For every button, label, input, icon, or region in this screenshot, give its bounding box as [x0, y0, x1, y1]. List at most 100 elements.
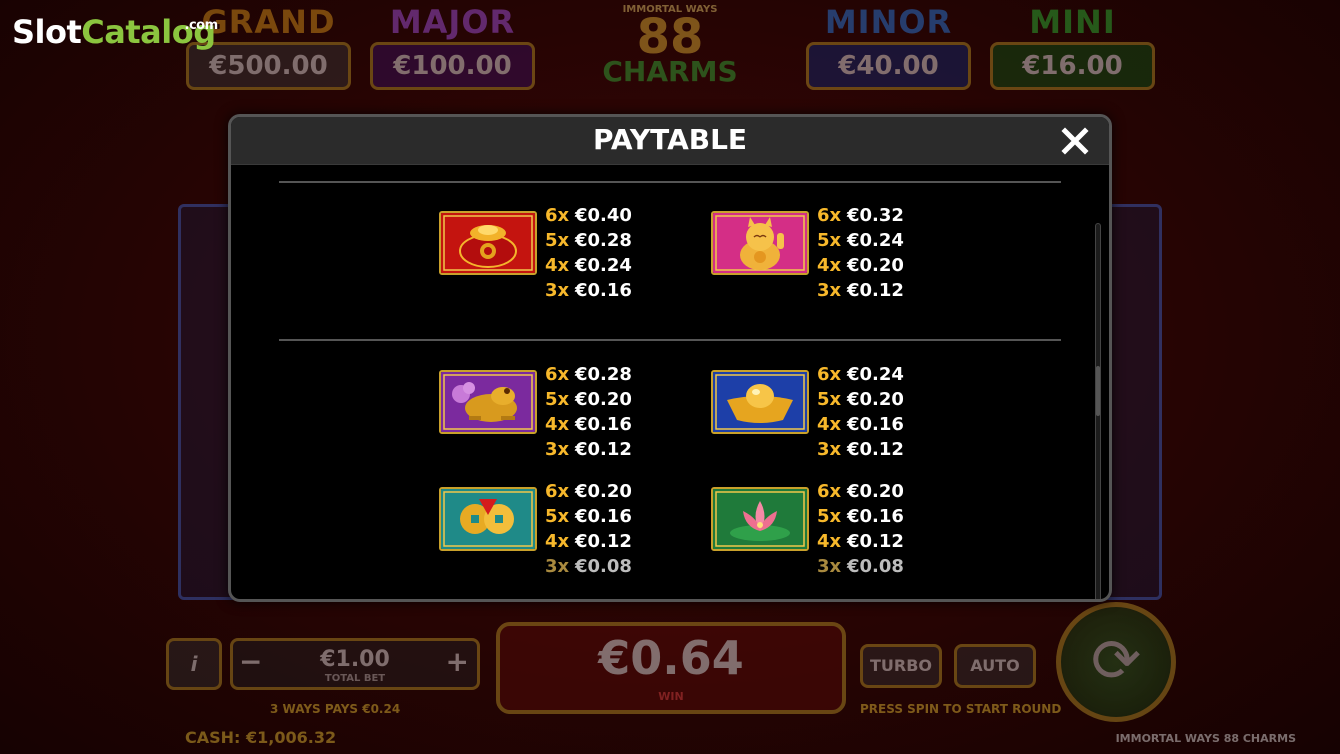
paytable-header: PAYTABLE [231, 117, 1109, 165]
pay-multiplier: 6x [545, 364, 570, 385]
divider-top [279, 181, 1061, 183]
tip-text: PRESS SPIN TO START ROUND [860, 702, 1062, 716]
pay-amount: €0.20 [575, 389, 632, 410]
bet-increase-button[interactable]: + [446, 645, 469, 678]
spin-arrows-icon: ⟳ [1090, 626, 1142, 696]
pay-multiplier: 5x [817, 230, 842, 251]
jackpot-major-value: €100.00 [370, 42, 535, 90]
paytable-scrollbar[interactable] [1095, 223, 1101, 599]
pay-line: 4x €0.20 [817, 253, 904, 278]
lucky-cat-icon [711, 211, 809, 275]
pay-amount: €0.20 [847, 389, 904, 410]
pay-line: 3x €0.16 [545, 278, 632, 303]
pay-line: 3x €0.12 [545, 437, 632, 462]
pay-multiplier: 5x [545, 230, 570, 251]
pay-amount: €0.16 [575, 280, 632, 301]
pay-line: 3x €0.12 [817, 437, 904, 462]
pay-amount: €0.08 [575, 556, 632, 577]
pay-lines: 6x €0.32 5x €0.24 4x €0.20 3x €0.12 [817, 203, 904, 303]
bet-value: €1.00 [320, 647, 390, 672]
jackpot-mini-label: MINI [1029, 3, 1116, 41]
paytable-entry: 6x €0.40 5x €0.28 4x €0.24 3x €0.16 [439, 203, 689, 301]
pay-multiplier: 6x [817, 364, 842, 385]
paytable-modal: PAYTABLE 6x €0.40 5x €0.28 4x €0.24 3x €… [228, 114, 1112, 602]
pay-line: 4x €0.12 [545, 529, 632, 554]
game-logo: IMMORTAL WAYS 88 CHARMS [578, 4, 762, 100]
cash-value: €1,006.32 [246, 728, 337, 747]
cash-label: CASH: [185, 728, 241, 747]
pay-lines: 6x €0.20 5x €0.16 4x €0.12 3x €0.08 [545, 479, 632, 579]
pay-line: 6x €0.32 [817, 203, 904, 228]
pay-line: 3x €0.08 [817, 554, 904, 579]
logo-suffix: .com [184, 18, 219, 33]
win-value: €0.64 [598, 631, 744, 685]
pay-amount: €0.28 [575, 230, 632, 251]
pay-lines: 6x €0.24 5x €0.20 4x €0.16 3x €0.12 [817, 362, 904, 462]
pay-amount: €0.12 [575, 531, 632, 552]
jackpot-minor-value: €40.00 [806, 42, 971, 90]
pay-amount: €0.12 [847, 280, 904, 301]
game-name-footer: IMMORTAL WAYS 88 CHARMS [1115, 732, 1296, 745]
close-button[interactable] [1057, 121, 1093, 161]
pay-amount: €0.12 [847, 531, 904, 552]
pay-multiplier: 3x [545, 280, 570, 301]
spin-button[interactable]: ⟳ [1056, 602, 1176, 722]
pay-line: 5x €0.20 [817, 387, 904, 412]
pay-multiplier: 6x [817, 205, 842, 226]
pay-line: 6x €0.24 [817, 362, 904, 387]
gold-pot-icon [439, 211, 537, 275]
pay-multiplier: 6x [545, 481, 570, 502]
info-button[interactable]: i [166, 638, 222, 690]
jackpot-major-label: MAJOR [389, 3, 516, 41]
pay-multiplier: 6x [545, 205, 570, 226]
pay-amount: €0.24 [575, 255, 632, 276]
pay-multiplier: 3x [817, 280, 842, 301]
scrollbar-thumb[interactable] [1096, 366, 1100, 416]
pay-amount: €0.20 [575, 481, 632, 502]
pay-line: 4x €0.16 [545, 412, 632, 437]
logo-part-slot: Slot [12, 13, 82, 51]
pay-multiplier: 4x [817, 255, 842, 276]
pay-multiplier: 6x [817, 481, 842, 502]
pay-line: 5x €0.24 [817, 228, 904, 253]
win-label: WIN [658, 690, 684, 703]
pay-lines: 6x €0.28 5x €0.20 4x €0.16 3x €0.12 [545, 362, 632, 462]
pay-line: 6x €0.20 [545, 479, 632, 504]
jackpot-minor: MINOR €40.00 [806, 6, 971, 90]
pay-multiplier: 4x [545, 531, 570, 552]
paytable-entry: 6x €0.32 5x €0.24 4x €0.20 3x €0.12 [711, 203, 961, 301]
pay-multiplier: 5x [545, 506, 570, 527]
lotus-icon [711, 487, 809, 551]
gold-frog-icon [439, 370, 537, 434]
pay-line: 4x €0.24 [545, 253, 632, 278]
pay-amount: €0.08 [847, 556, 904, 577]
pay-multiplier: 4x [817, 414, 842, 435]
paytable-entry: 6x €0.20 5x €0.16 4x €0.12 3x €0.08 [711, 479, 961, 577]
paytable-entry: 6x €0.20 5x €0.16 4x €0.12 3x €0.08 [439, 479, 689, 577]
pay-line: 6x €0.28 [545, 362, 632, 387]
game-logo-number: 88 [636, 9, 704, 65]
pay-amount: €0.32 [847, 205, 904, 226]
pay-multiplier: 5x [545, 389, 570, 410]
pay-line: 3x €0.08 [545, 554, 632, 579]
pay-line: 5x €0.20 [545, 387, 632, 412]
slotcatalog-logo: SlotCatalog .com [12, 12, 218, 52]
jackpot-mini-value: €16.00 [990, 42, 1155, 90]
pay-multiplier: 3x [545, 556, 570, 577]
auto-button[interactable]: AUTO [954, 644, 1036, 688]
gold-ingot-icon [711, 370, 809, 434]
pay-lines: 6x €0.40 5x €0.28 4x €0.24 3x €0.16 [545, 203, 632, 303]
divider-middle [279, 339, 1061, 341]
pay-multiplier: 5x [817, 506, 842, 527]
pay-line: 4x €0.16 [817, 412, 904, 437]
bet-selector: − €1.00 TOTAL BET + [230, 638, 480, 690]
bet-label: TOTAL BET [324, 673, 386, 684]
win-display: €0.64 WIN [496, 622, 846, 714]
paytable-body: 6x €0.40 5x €0.28 4x €0.24 3x €0.16 6x €… [231, 165, 1109, 599]
turbo-button[interactable]: TURBO [860, 644, 942, 688]
pay-multiplier: 4x [817, 531, 842, 552]
pay-line: 6x €0.40 [545, 203, 632, 228]
pay-line: 5x €0.16 [545, 504, 632, 529]
pay-amount: €0.16 [847, 506, 904, 527]
cash-display: CASH: €1,006.32 [185, 728, 336, 747]
